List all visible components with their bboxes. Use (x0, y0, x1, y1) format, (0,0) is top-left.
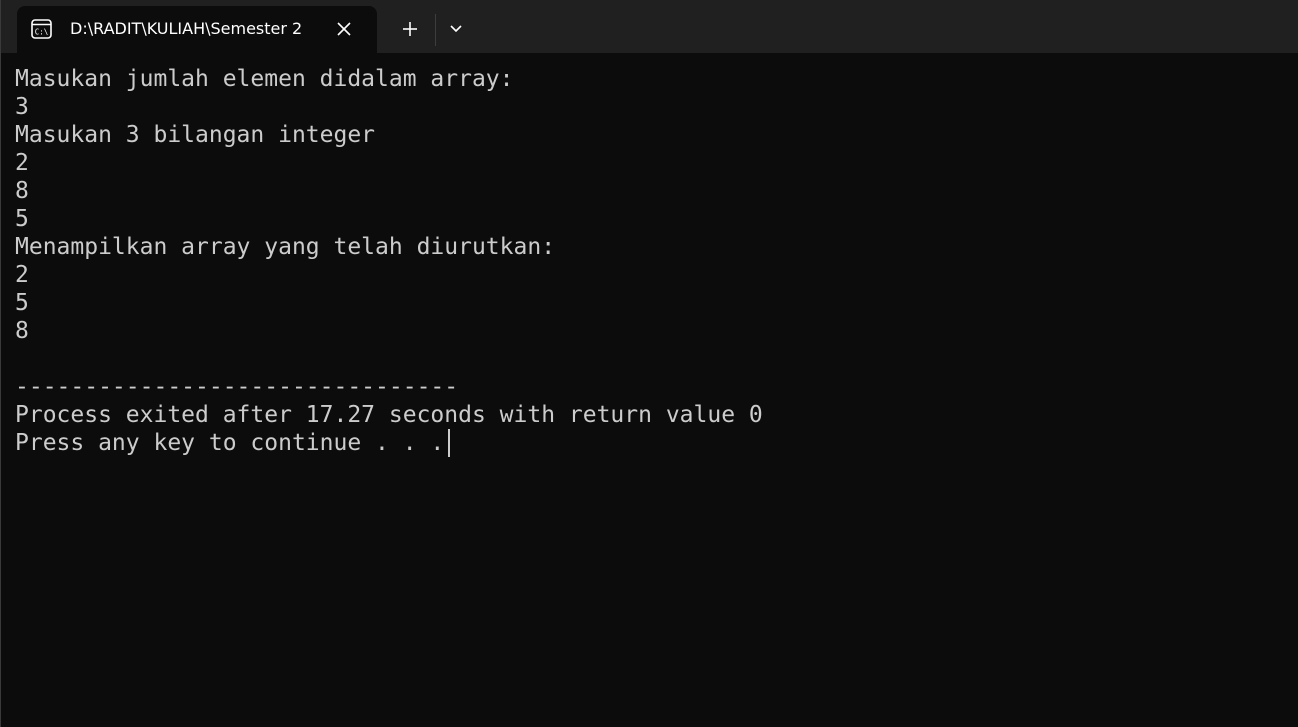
separator-line: -------------------------------- (15, 374, 459, 400)
terminal-line: 8 (15, 178, 29, 204)
chevron-down-icon[interactable] (443, 14, 469, 46)
close-icon[interactable] (333, 18, 355, 40)
terminal-line: 3 (15, 94, 29, 120)
window-border (0, 0, 1, 727)
title-bar: C:\ D:\RADIT\KULIAH\Semester 2 (0, 0, 1298, 53)
svg-text:C:\: C:\ (35, 28, 49, 37)
terminal-line: 8 (15, 318, 29, 344)
text-cursor (448, 429, 451, 457)
prompt-line: Press any key to continue . . . (15, 429, 1285, 457)
terminal-icon: C:\ (31, 19, 52, 39)
tab-title: D:\RADIT\KULIAH\Semester 2 (70, 19, 303, 38)
terminal-line: Masukan jumlah elemen didalam array: (15, 66, 514, 92)
plus-icon[interactable] (394, 14, 426, 46)
tab-active[interactable]: C:\ D:\RADIT\KULIAH\Semester 2 (17, 6, 377, 53)
terminal-output[interactable]: Masukan jumlah elemen didalam array: 3 M… (15, 65, 1285, 715)
terminal-line: Menampilkan array yang telah diurutkan: (15, 234, 556, 260)
terminal-line: 5 (15, 290, 29, 316)
terminal-line: Masukan 3 bilangan integer (15, 122, 376, 148)
prompt-text: Press any key to continue . . . (15, 430, 445, 456)
terminal-line: 5 (15, 206, 29, 232)
terminal-window: C:\ D:\RADIT\KULIAH\Semester 2 Masukan j… (0, 0, 1298, 727)
tab-divider (435, 14, 436, 46)
process-exit-line: Process exited after 17.27 seconds with … (15, 402, 763, 428)
terminal-line: 2 (15, 150, 29, 176)
terminal-line: 2 (15, 262, 29, 288)
